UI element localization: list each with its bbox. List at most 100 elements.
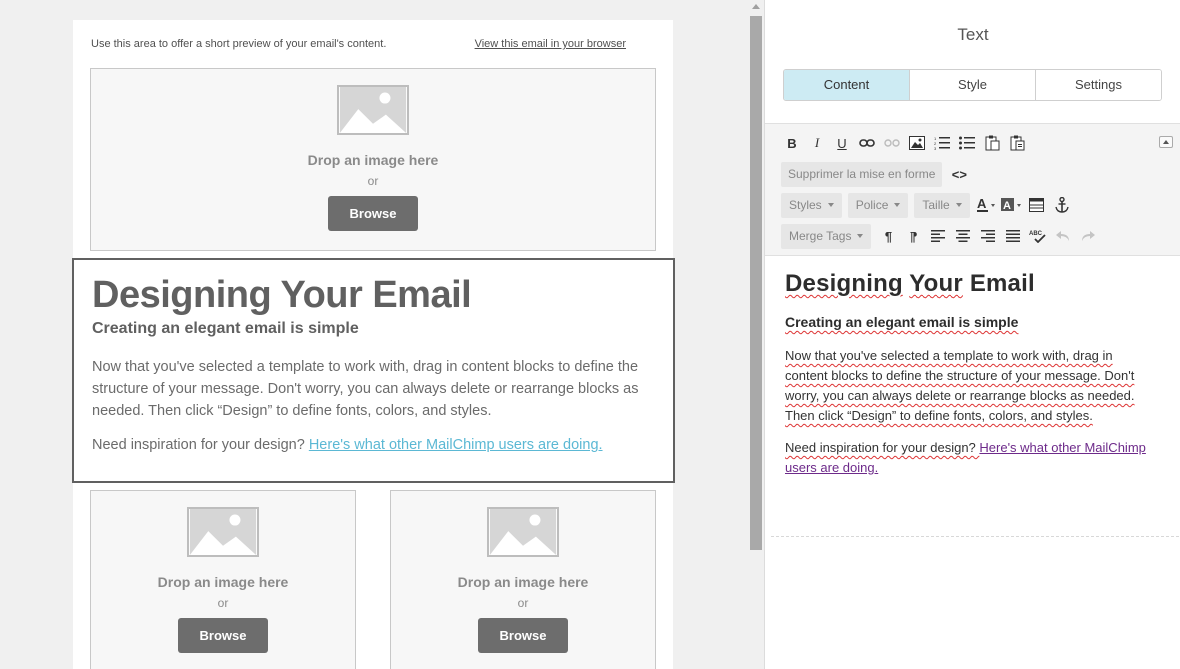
inspiration-link[interactable]: Here's what other MailChimp users are do… bbox=[309, 437, 603, 453]
panel-tabs: Content Style Settings bbox=[783, 69, 1162, 101]
chevron-down-icon bbox=[955, 203, 962, 207]
align-left-button[interactable] bbox=[927, 224, 949, 248]
text-color-button[interactable]: A bbox=[976, 193, 998, 217]
source-code-button[interactable]: <> bbox=[948, 162, 970, 186]
view-in-browser-link[interactable]: View this email in your browser bbox=[475, 38, 626, 50]
text-block-selected[interactable]: Designing Your Email Creating an elegant… bbox=[72, 258, 675, 483]
scrollbar-thumb[interactable] bbox=[750, 16, 762, 550]
ordered-list-icon: 123 bbox=[934, 136, 950, 150]
toolbar-row-4: Merge Tags ¶ ¶ ABC bbox=[781, 223, 1102, 249]
editor-subheading: Creating an elegant email is simple bbox=[785, 314, 1019, 330]
bulleted-list-icon bbox=[959, 136, 975, 150]
unlink-button[interactable] bbox=[881, 131, 903, 155]
font-label: Police bbox=[855, 198, 889, 212]
ordered-list-button[interactable]: 123 bbox=[931, 131, 953, 155]
underline-icon: U bbox=[837, 135, 847, 151]
align-left-icon bbox=[931, 230, 946, 242]
or-text: or bbox=[217, 596, 229, 610]
browse-button[interactable]: Browse bbox=[178, 618, 268, 653]
browse-button[interactable]: Browse bbox=[478, 618, 568, 653]
size-label: Taille bbox=[922, 198, 950, 212]
justify-icon bbox=[1006, 230, 1021, 242]
table-icon bbox=[1029, 198, 1045, 212]
image-block-right[interactable]: Drop an image here or Browse bbox=[390, 490, 656, 669]
align-right-icon bbox=[981, 230, 996, 242]
scroll-up-arrow-icon[interactable] bbox=[752, 4, 760, 9]
anchor-button[interactable] bbox=[1051, 193, 1073, 217]
link-button[interactable] bbox=[856, 131, 878, 155]
table-button[interactable] bbox=[1026, 193, 1048, 217]
or-text: or bbox=[517, 596, 529, 610]
svg-text:A: A bbox=[977, 197, 987, 211]
chevron-down-icon bbox=[857, 234, 864, 238]
merge-tags-dropdown[interactable]: Merge Tags bbox=[781, 223, 872, 249]
align-center-icon bbox=[956, 230, 971, 242]
browse-button[interactable]: Browse bbox=[328, 196, 418, 231]
italic-button[interactable]: I bbox=[806, 131, 828, 155]
drop-image-text: Drop an image here bbox=[157, 574, 289, 590]
svg-text:ABC: ABC bbox=[1029, 231, 1043, 237]
font-dropdown[interactable]: Police bbox=[847, 192, 909, 218]
unlink-icon bbox=[884, 139, 900, 147]
chevron-down-icon bbox=[827, 203, 834, 207]
rich-text-editor[interactable]: Designing Your Email Creating an elegant… bbox=[785, 270, 1165, 478]
undo-button[interactable] bbox=[1052, 224, 1074, 248]
underline-button[interactable]: U bbox=[831, 131, 853, 155]
image-button[interactable] bbox=[906, 131, 928, 155]
styles-label: Styles bbox=[789, 198, 822, 212]
paste-button[interactable] bbox=[981, 131, 1003, 155]
image-block-left[interactable]: Drop an image here or Browse bbox=[90, 490, 356, 669]
rich-text-toolbar: B I U 123 Supprimer la mise en forme <> … bbox=[765, 123, 1180, 256]
spellcheck-button[interactable]: ABC bbox=[1027, 224, 1049, 248]
image-icon bbox=[909, 136, 925, 150]
align-right-button[interactable] bbox=[977, 224, 999, 248]
or-text: or bbox=[367, 174, 379, 188]
svg-text:3: 3 bbox=[934, 146, 937, 150]
tab-style[interactable]: Style bbox=[910, 70, 1036, 100]
drop-image-text: Drop an image here bbox=[457, 574, 589, 590]
redo-button[interactable] bbox=[1077, 224, 1099, 248]
image-placeholder-icon bbox=[337, 85, 409, 135]
email-heading: Designing Your Email bbox=[92, 274, 472, 316]
email-inspiration-line: Need inspiration for your design? Here's… bbox=[92, 437, 603, 453]
spellcheck-icon: ABC bbox=[1029, 231, 1047, 243]
toolbar-row-2: Supprimer la mise en forme <> bbox=[781, 161, 973, 187]
image-placeholder-icon bbox=[187, 507, 259, 557]
heading-word: Your bbox=[909, 270, 963, 297]
toolbar-row-3: Styles Police Taille A A bbox=[781, 192, 1076, 218]
align-center-button[interactable] bbox=[952, 224, 974, 248]
paste-text-icon bbox=[1010, 135, 1024, 151]
chevron-down-icon bbox=[894, 203, 901, 207]
bulleted-list-button[interactable] bbox=[956, 131, 978, 155]
heading-word: Email bbox=[969, 270, 1035, 297]
toolbar-row-1: B I U 123 bbox=[781, 130, 1031, 156]
editor-inspiration-line: Need inspiration for your design? Here's… bbox=[785, 438, 1153, 478]
italic-icon: I bbox=[814, 135, 820, 150]
styles-dropdown[interactable]: Styles bbox=[781, 192, 842, 218]
source-code-icon: <> bbox=[951, 166, 967, 182]
justify-button[interactable] bbox=[1002, 224, 1024, 248]
paste-text-button[interactable] bbox=[1006, 131, 1028, 155]
tab-content[interactable]: Content bbox=[784, 70, 910, 100]
link-icon bbox=[859, 139, 875, 147]
email-body-text: Now that you've selected a template to w… bbox=[92, 359, 639, 419]
bold-button[interactable]: B bbox=[781, 131, 803, 155]
reverse-pilcrow-icon: ¶ bbox=[909, 228, 918, 244]
email-subheading: Creating an elegant email is simple bbox=[92, 320, 359, 337]
paragraph-rtl-button[interactable]: ¶ bbox=[902, 224, 924, 248]
canvas-scrollbar[interactable] bbox=[748, 0, 764, 669]
editor-panel: Text Content Style Settings B I U 123 Su… bbox=[764, 0, 1180, 669]
tab-settings[interactable]: Settings bbox=[1036, 70, 1161, 100]
background-color-icon: A bbox=[1000, 198, 1021, 212]
background-color-button[interactable]: A bbox=[1000, 193, 1023, 217]
image-block-header[interactable]: Drop an image here or Browse bbox=[90, 68, 656, 251]
size-dropdown[interactable]: Taille bbox=[914, 192, 970, 218]
undo-icon bbox=[1056, 231, 1070, 241]
preheader-preview-text: Use this area to offer a short preview o… bbox=[91, 38, 387, 50]
collapse-toolbar-icon[interactable] bbox=[1159, 136, 1173, 148]
panel-title: Text bbox=[957, 25, 989, 44]
remove-format-button[interactable]: Supprimer la mise en forme bbox=[781, 161, 943, 187]
pilcrow-icon: ¶ bbox=[884, 228, 893, 244]
paragraph-ltr-button[interactable]: ¶ bbox=[877, 224, 899, 248]
preheader-block[interactable]: Use this area to offer a short preview o… bbox=[73, 20, 673, 68]
